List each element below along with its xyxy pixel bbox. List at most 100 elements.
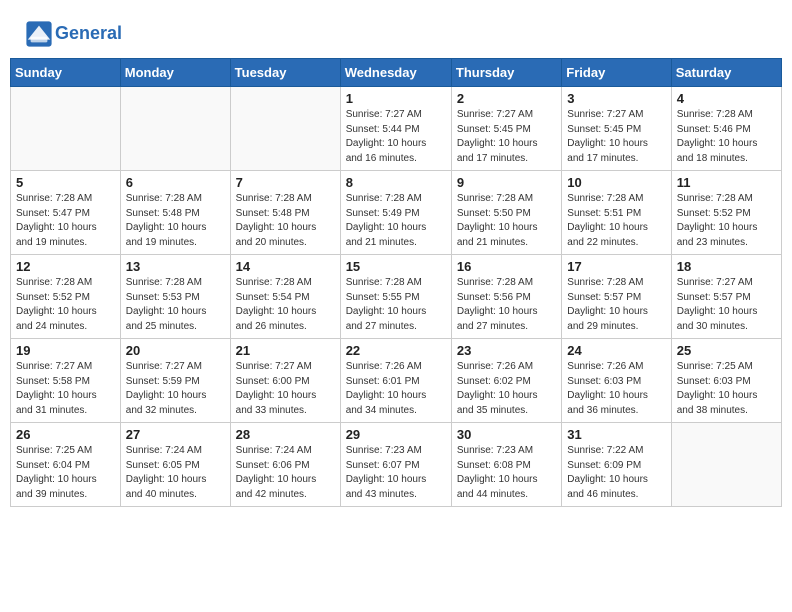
day-number: 11 <box>677 175 776 190</box>
day-info: Sunrise: 7:28 AMSunset: 5:49 PMDaylight:… <box>346 192 446 250</box>
day-number: 29 <box>346 427 446 442</box>
day-info: Sunrise: 7:28 AMSunset: 5:48 PMDaylight:… <box>236 192 335 250</box>
day-number: 25 <box>677 343 776 358</box>
day-info: Sunrise: 7:28 AMSunset: 5:51 PMDaylight:… <box>567 192 665 250</box>
weekday-header: Monday <box>120 59 230 87</box>
calendar-week-row: 12 Sunrise: 7:28 AMSunset: 5:52 PMDayligh… <box>11 255 782 339</box>
calendar-cell: 25 Sunrise: 7:25 AMSunset: 6:03 PMDayligh… <box>671 339 781 423</box>
calendar-cell: 16 Sunrise: 7:28 AMSunset: 5:56 PMDayligh… <box>451 255 561 339</box>
calendar-cell: 12 Sunrise: 7:28 AMSunset: 5:52 PMDayligh… <box>11 255 121 339</box>
calendar-cell: 31Sunrise: 7:22 AMSunset: 6:09 PMDayligh… <box>562 423 671 507</box>
calendar-cell: 20 Sunrise: 7:27 AMSunset: 5:59 PMDayligh… <box>120 339 230 423</box>
calendar-header-row: SundayMondayTuesdayWednesdayThursdayFrid… <box>11 59 782 87</box>
calendar-cell: 7Sunrise: 7:28 AMSunset: 5:48 PMDaylight… <box>230 171 340 255</box>
calendar-week-row: 5Sunrise: 7:28 AMSunset: 5:47 PMDaylight… <box>11 171 782 255</box>
day-number: 2 <box>457 91 556 106</box>
calendar-cell: 9 Sunrise: 7:28 AMSunset: 5:50 PMDaylight… <box>451 171 561 255</box>
day-number: 18 <box>677 259 776 274</box>
day-number: 30 <box>457 427 556 442</box>
calendar-cell: 8Sunrise: 7:28 AMSunset: 5:49 PMDaylight… <box>340 171 451 255</box>
day-info: Sunrise: 7:26 AMSunset: 6:03 PMDaylight:… <box>567 360 665 418</box>
day-number: 9 <box>457 175 556 190</box>
day-info: Sunrise: 7:28 AMSunset: 5:53 PMDaylight:… <box>126 276 225 334</box>
calendar-cell: 3 Sunrise: 7:27 AMSunset: 5:45 PMDaylight… <box>562 87 671 171</box>
day-number: 31 <box>567 427 665 442</box>
calendar-cell: 29 Sunrise: 7:23 AMSunset: 6:07 PMDayligh… <box>340 423 451 507</box>
day-info: Sunrise: 7:23 AMSunset: 6:08 PMDaylight:… <box>457 444 556 502</box>
day-info: Sunrise: 7:27 AMSunset: 5:45 PMDaylight:… <box>567 108 665 166</box>
calendar-cell: 22Sunrise: 7:26 AMSunset: 6:01 PMDayligh… <box>340 339 451 423</box>
calendar-cell <box>230 87 340 171</box>
calendar-cell: 19Sunrise: 7:27 AMSunset: 5:58 PMDayligh… <box>11 339 121 423</box>
day-info: Sunrise: 7:26 AMSunset: 6:02 PMDaylight:… <box>457 360 556 418</box>
day-number: 4 <box>677 91 776 106</box>
day-number: 15 <box>346 259 446 274</box>
calendar-cell: 28 Sunrise: 7:24 AMSunset: 6:06 PMDayligh… <box>230 423 340 507</box>
calendar-cell: 4Sunrise: 7:28 AMSunset: 5:46 PMDaylight… <box>671 87 781 171</box>
day-number: 3 <box>567 91 665 106</box>
day-info: Sunrise: 7:28 AMSunset: 5:52 PMDaylight:… <box>16 276 115 334</box>
calendar-week-row: 26 Sunrise: 7:25 AMSunset: 6:04 PMDayligh… <box>11 423 782 507</box>
day-info: Sunrise: 7:28 AMSunset: 5:52 PMDaylight:… <box>677 192 776 250</box>
weekday-header: Thursday <box>451 59 561 87</box>
logo-icon <box>25 20 53 48</box>
day-info: Sunrise: 7:28 AMSunset: 5:50 PMDaylight:… <box>457 192 556 250</box>
day-info: Sunrise: 7:28 AMSunset: 5:57 PMDaylight:… <box>567 276 665 334</box>
calendar-cell: 21 Sunrise: 7:27 AMSunset: 6:00 PMDayligh… <box>230 339 340 423</box>
calendar-cell: 18 Sunrise: 7:27 AMSunset: 5:57 PMDayligh… <box>671 255 781 339</box>
day-info: Sunrise: 7:27 AMSunset: 5:45 PMDaylight:… <box>457 108 556 166</box>
day-info: Sunrise: 7:28 AMSunset: 5:54 PMDaylight:… <box>236 276 335 334</box>
day-number: 19 <box>16 343 115 358</box>
day-number: 5 <box>16 175 115 190</box>
day-number: 20 <box>126 343 225 358</box>
day-info: Sunrise: 7:27 AMSunset: 6:00 PMDaylight:… <box>236 360 335 418</box>
day-number: 27 <box>126 427 225 442</box>
day-number: 16 <box>457 259 556 274</box>
calendar-cell: 5Sunrise: 7:28 AMSunset: 5:47 PMDaylight… <box>11 171 121 255</box>
day-info: Sunrise: 7:28 AMSunset: 5:55 PMDaylight:… <box>346 276 446 334</box>
calendar-cell: 24 Sunrise: 7:26 AMSunset: 6:03 PMDayligh… <box>562 339 671 423</box>
logo-name-line1: General <box>55 24 122 44</box>
day-number: 21 <box>236 343 335 358</box>
calendar-cell: 1Sunrise: 7:27 AMSunset: 5:44 PMDaylight… <box>340 87 451 171</box>
weekday-header: Sunday <box>11 59 121 87</box>
calendar-cell: 23 Sunrise: 7:26 AMSunset: 6:02 PMDayligh… <box>451 339 561 423</box>
day-number: 13 <box>126 259 225 274</box>
day-info: Sunrise: 7:25 AMSunset: 6:03 PMDaylight:… <box>677 360 776 418</box>
calendar-cell <box>671 423 781 507</box>
day-number: 22 <box>346 343 446 358</box>
calendar-cell: 14 Sunrise: 7:28 AMSunset: 5:54 PMDayligh… <box>230 255 340 339</box>
day-info: Sunrise: 7:23 AMSunset: 6:07 PMDaylight:… <box>346 444 446 502</box>
day-number: 14 <box>236 259 335 274</box>
day-info: Sunrise: 7:27 AMSunset: 5:57 PMDaylight:… <box>677 276 776 334</box>
weekday-header: Wednesday <box>340 59 451 87</box>
calendar-cell: 27Sunrise: 7:24 AMSunset: 6:05 PMDayligh… <box>120 423 230 507</box>
day-info: Sunrise: 7:28 AMSunset: 5:56 PMDaylight:… <box>457 276 556 334</box>
day-info: Sunrise: 7:27 AMSunset: 5:59 PMDaylight:… <box>126 360 225 418</box>
day-number: 12 <box>16 259 115 274</box>
day-number: 23 <box>457 343 556 358</box>
day-info: Sunrise: 7:24 AMSunset: 6:06 PMDaylight:… <box>236 444 335 502</box>
calendar-week-row: 1Sunrise: 7:27 AMSunset: 5:44 PMDaylight… <box>11 87 782 171</box>
weekday-header: Saturday <box>671 59 781 87</box>
day-number: 6 <box>126 175 225 190</box>
calendar-cell <box>120 87 230 171</box>
calendar-cell: 17 Sunrise: 7:28 AMSunset: 5:57 PMDayligh… <box>562 255 671 339</box>
calendar-cell: 11 Sunrise: 7:28 AMSunset: 5:52 PMDayligh… <box>671 171 781 255</box>
logo: General <box>25 20 122 48</box>
day-info: Sunrise: 7:25 AMSunset: 6:04 PMDaylight:… <box>16 444 115 502</box>
page-header: General <box>10 10 782 53</box>
calendar-cell: 26 Sunrise: 7:25 AMSunset: 6:04 PMDayligh… <box>11 423 121 507</box>
weekday-header: Tuesday <box>230 59 340 87</box>
calendar-week-row: 19Sunrise: 7:27 AMSunset: 5:58 PMDayligh… <box>11 339 782 423</box>
day-number: 24 <box>567 343 665 358</box>
day-number: 28 <box>236 427 335 442</box>
calendar-cell: 10Sunrise: 7:28 AMSunset: 5:51 PMDayligh… <box>562 171 671 255</box>
calendar-cell: 30 Sunrise: 7:23 AMSunset: 6:08 PMDayligh… <box>451 423 561 507</box>
day-number: 1 <box>346 91 446 106</box>
day-number: 26 <box>16 427 115 442</box>
calendar-cell <box>11 87 121 171</box>
day-info: Sunrise: 7:28 AMSunset: 5:48 PMDaylight:… <box>126 192 225 250</box>
day-number: 17 <box>567 259 665 274</box>
calendar-cell: 15 Sunrise: 7:28 AMSunset: 5:55 PMDayligh… <box>340 255 451 339</box>
